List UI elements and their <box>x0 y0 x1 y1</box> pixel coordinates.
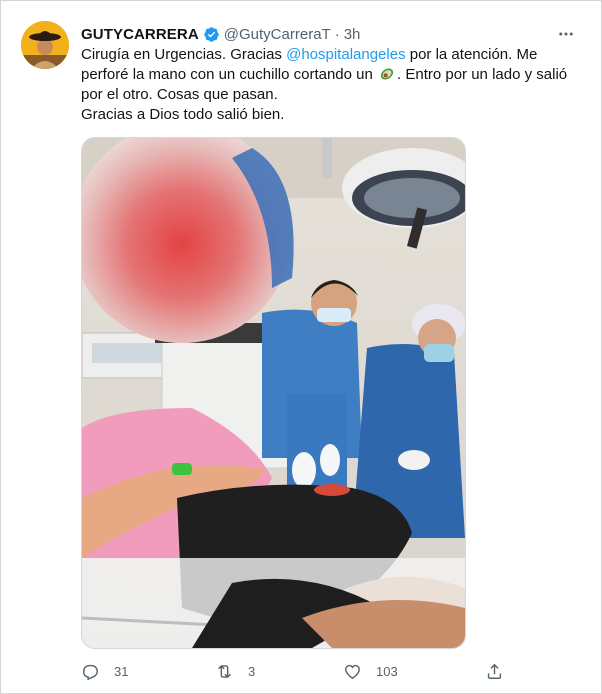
retweet-button[interactable]: 3 <box>215 657 255 685</box>
tweet-header: GUTYCARRERA @GutyCarreraT · 3h <box>81 23 581 45</box>
share-icon <box>487 663 502 679</box>
tweet-photo[interactable] <box>81 137 466 649</box>
verified-badge-icon <box>204 26 219 42</box>
share-button[interactable] <box>485 657 518 685</box>
author-avatar[interactable] <box>21 21 69 69</box>
retweet-count: 3 <box>248 663 256 679</box>
separator-dot: · <box>334 25 340 43</box>
mention-link[interactable]: @hospitalangeles <box>286 46 405 63</box>
heart-icon <box>345 664 360 679</box>
like-button[interactable]: 103 <box>343 657 398 685</box>
tweet-text: Cirugía en Urgencias. Gracias @hospitala… <box>81 45 581 125</box>
author-name[interactable]: GUTYCARRERA <box>81 26 199 43</box>
tweet-action-bar: 31 3 103 <box>81 657 511 685</box>
tweet-text-line2: Gracias a Dios todo salió bien. <box>81 106 285 123</box>
tweet-text-paragraph: Cirugía en Urgencias. Gracias @hospitala… <box>81 45 581 105</box>
avocado-emoji <box>380 68 394 80</box>
retweet-icon <box>218 664 231 678</box>
reply-count: 31 <box>114 663 129 679</box>
like-count: 103 <box>376 663 398 679</box>
tweet-text-segment: Cirugía en Urgencias. Gracias <box>81 46 287 63</box>
more-options-icon[interactable] <box>553 21 579 47</box>
reply-icon <box>83 664 98 680</box>
tweet-timestamp[interactable]: 3h <box>344 26 361 43</box>
reply-button[interactable]: 31 <box>81 657 128 685</box>
tweet-card[interactable]: GUTYCARRERA @GutyCarreraT · 3h Cirugía e… <box>0 0 602 694</box>
author-handle[interactable]: @GutyCarreraT <box>224 26 331 43</box>
